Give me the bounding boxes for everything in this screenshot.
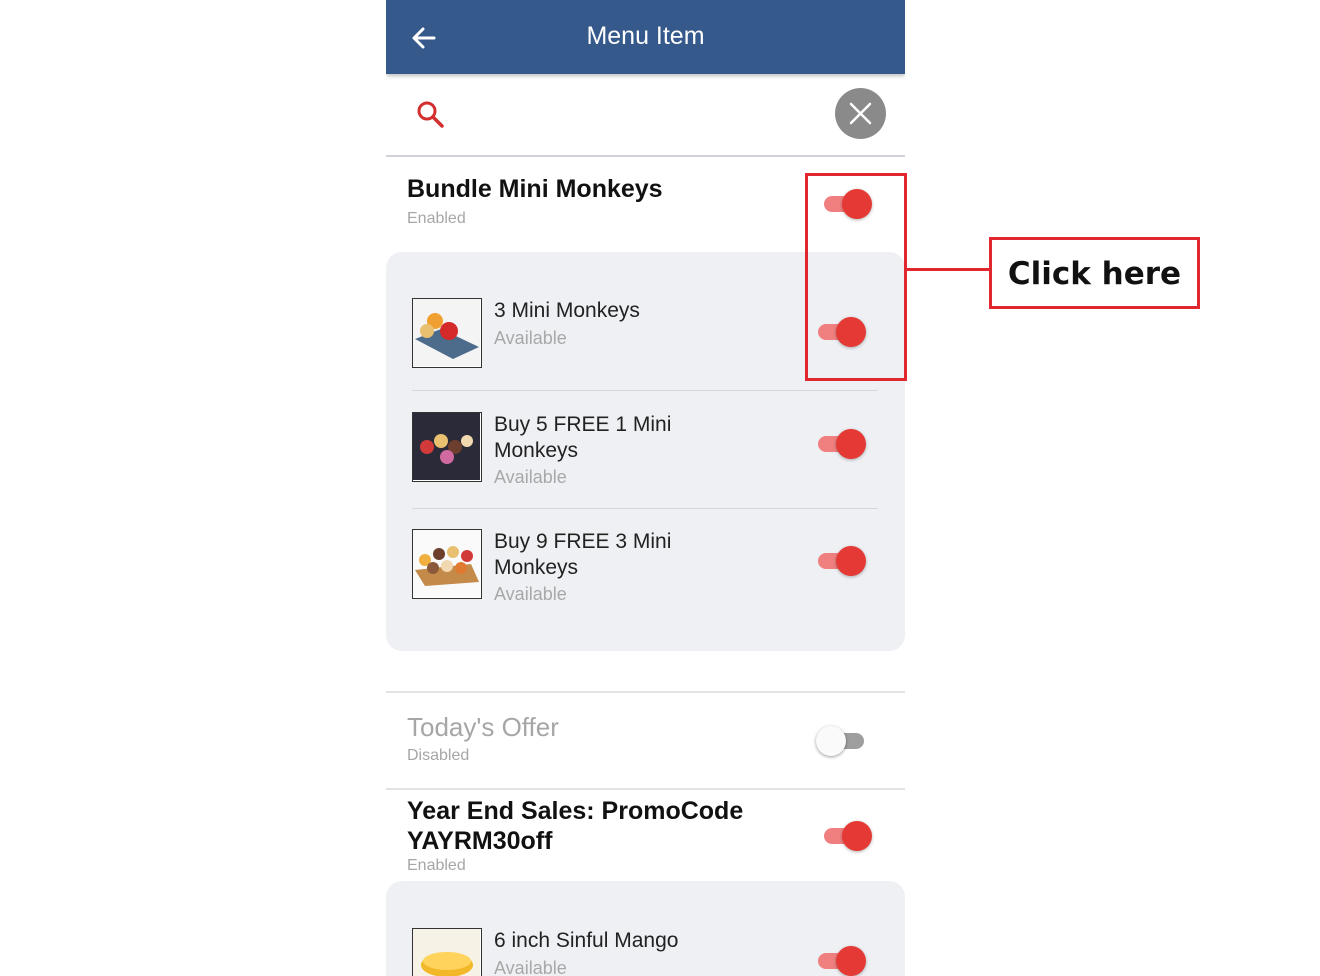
clear-search-button[interactable] xyxy=(835,88,886,139)
section-status: Enabled xyxy=(407,857,466,874)
list-item[interactable]: Buy 5 FREE 1 Mini Monkeys Available xyxy=(412,410,878,500)
section-toggle-year-end-sales[interactable] xyxy=(820,821,872,851)
toggle-knob xyxy=(836,429,866,459)
page-title: Menu Item xyxy=(586,22,705,50)
item-image xyxy=(412,412,482,482)
section-title-line-2: YAYRM30off xyxy=(407,827,553,855)
item-name-line-1: Buy 9 FREE 3 Mini xyxy=(494,530,672,553)
section-title: Bundle Mini Monkeys xyxy=(407,175,663,203)
search-icon xyxy=(417,101,444,128)
item-toggle[interactable] xyxy=(814,546,866,576)
section-status: Enabled xyxy=(407,210,466,227)
item-toggle[interactable] xyxy=(814,946,866,976)
callout-connector xyxy=(904,268,991,271)
row-divider xyxy=(412,508,878,509)
item-status: Available xyxy=(494,958,567,976)
item-status: Available xyxy=(494,467,567,487)
list-item[interactable]: 6 inch Sinful Mango Available xyxy=(412,928,878,976)
section-title: Today's Offer xyxy=(407,712,559,742)
section-divider xyxy=(386,691,905,693)
row-divider xyxy=(412,390,878,391)
item-name-line-2: Monkeys xyxy=(494,556,579,579)
toggle-knob xyxy=(836,546,866,576)
item-image xyxy=(412,298,482,368)
close-icon xyxy=(849,102,872,125)
section-title-line-1: Year End Sales: PromoCode xyxy=(407,797,744,825)
callout-label: Click here xyxy=(1007,256,1182,292)
section-status: Disabled xyxy=(407,747,470,764)
section-divider xyxy=(386,788,905,790)
item-name: 3 Mini Monkeys xyxy=(494,299,640,322)
list-item[interactable]: Buy 9 FREE 3 Mini Monkeys Available xyxy=(412,528,878,618)
toggle-knob xyxy=(836,946,866,976)
item-status: Available xyxy=(494,328,567,348)
item-name-line-1: Buy 5 FREE 1 Mini xyxy=(494,413,672,436)
item-name-line-2: Monkeys xyxy=(494,439,579,462)
item-status: Available xyxy=(494,584,567,604)
search-bar[interactable] xyxy=(386,74,905,157)
callout-label-box: Click here xyxy=(989,237,1200,309)
item-image xyxy=(412,529,482,599)
items-group: 6 inch Sinful Mango Available xyxy=(386,881,905,976)
section-toggle-todays-offer[interactable] xyxy=(816,726,868,756)
phone-screen: Menu Item Bundle Mini Monkeys Enabled 3 … xyxy=(386,0,905,976)
item-image xyxy=(412,928,482,976)
toggle-knob xyxy=(816,726,846,756)
callout-highlight-box xyxy=(805,173,907,381)
app-bar: Menu Item xyxy=(386,0,905,74)
item-toggle[interactable] xyxy=(814,429,866,459)
item-name: 6 inch Sinful Mango xyxy=(494,929,679,952)
toggle-knob xyxy=(842,821,872,851)
